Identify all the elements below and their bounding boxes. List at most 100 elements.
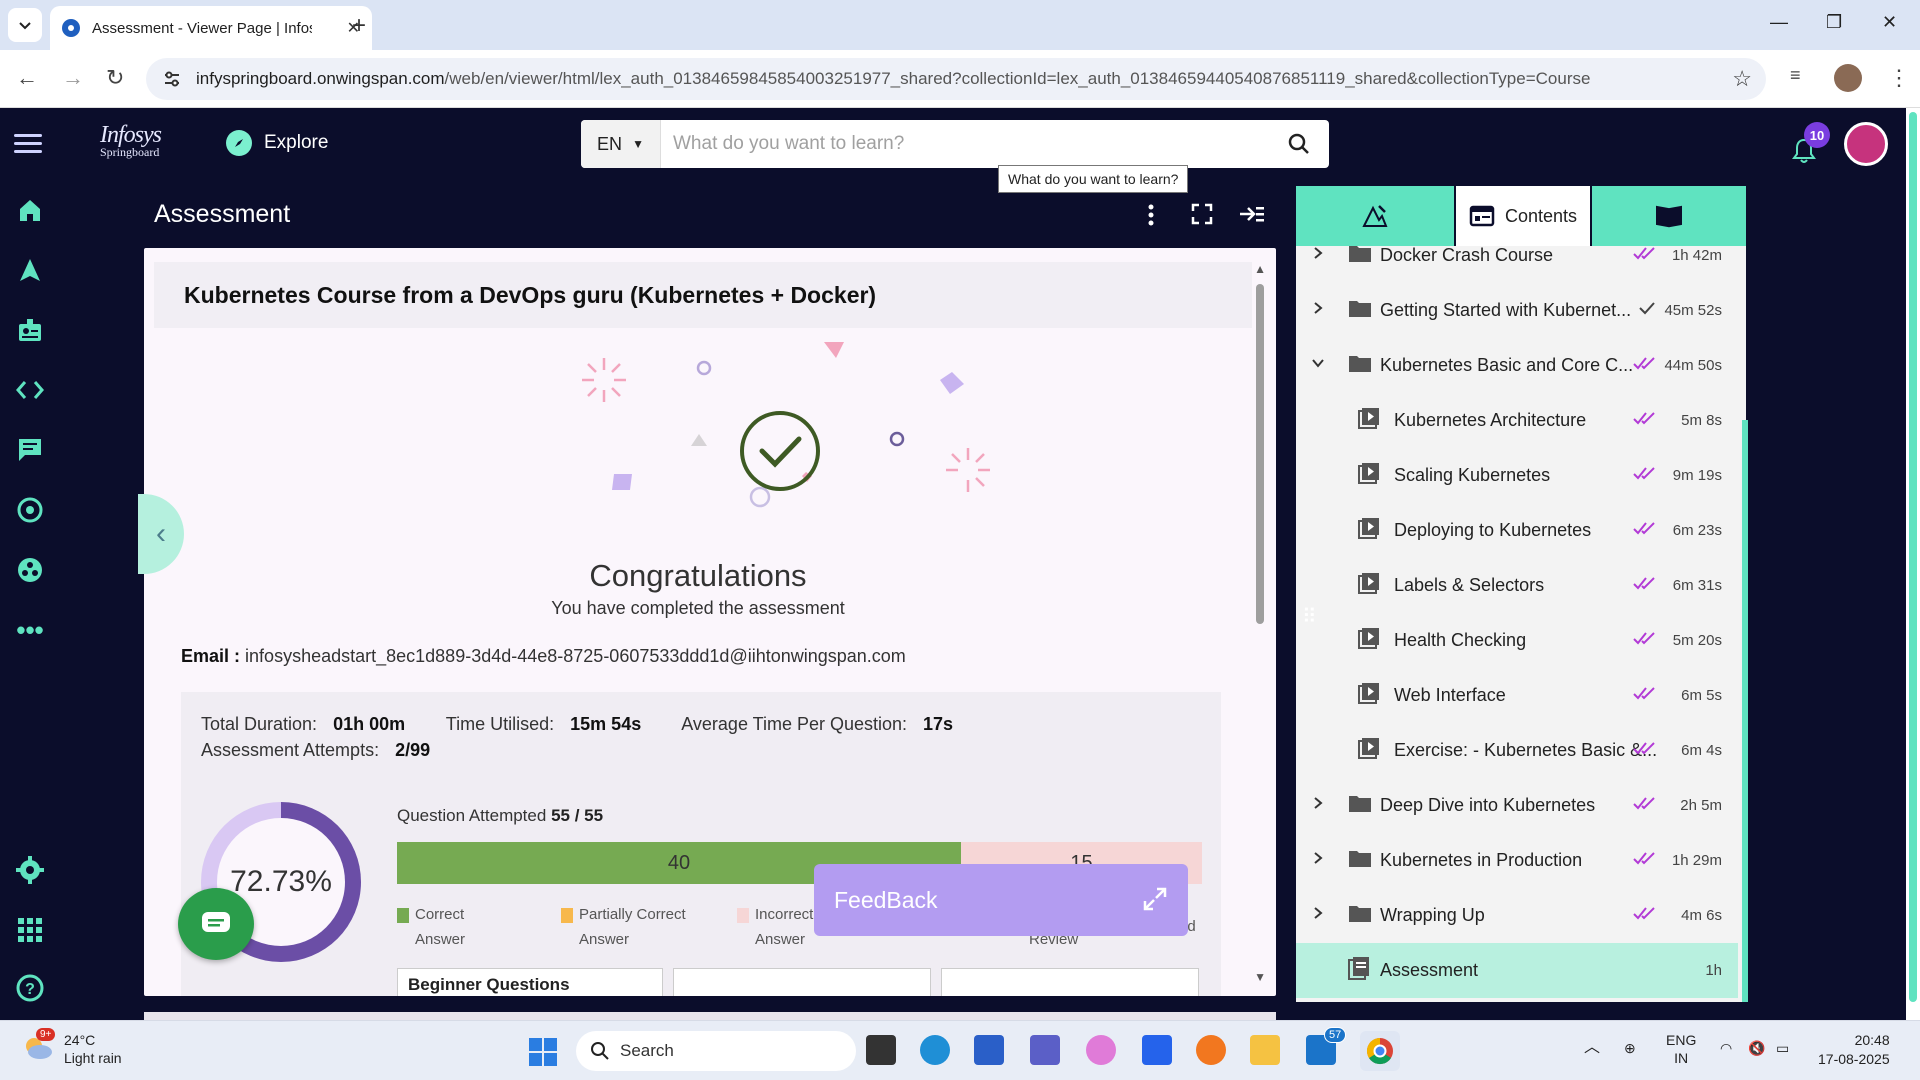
contents-item[interactable]: Deep Dive into Kubernetes 2h 5m [1296,778,1738,833]
browser-menu-icon[interactable]: ⋮ [1888,65,1910,91]
contents-item[interactable]: Wrapping Up 4m 6s [1296,888,1738,943]
media-control-icon[interactable]: ≡ [1790,65,1801,86]
attempts-stats: Assessment Attempts: 2/99 [201,740,431,760]
contents-item[interactable]: Scaling Kubernetes 9m 19s [1296,448,1738,503]
new-tab-button[interactable]: + [352,12,366,40]
chevron-right-icon[interactable] [1310,795,1326,816]
more-options-icon[interactable] [1140,202,1162,233]
battery-icon[interactable]: ▭ [1776,1039,1789,1057]
collapse-panel-icon[interactable] [1238,202,1266,231]
outlook-icon[interactable]: 57 [1306,1027,1347,1065]
search-icon[interactable] [1269,132,1329,156]
taskbar-search[interactable]: Search [576,1031,856,1071]
contents-item[interactable]: Getting Started with Kubernet... 45m 52s [1296,283,1738,338]
contents-item-duration: 1h 42m [1671,247,1722,264]
more-icon[interactable]: ••• [14,614,46,646]
contents-item-duration: 6m 31s [1672,577,1722,594]
wifi-icon[interactable]: ◠ [1720,1039,1732,1057]
feedback-button[interactable]: FeedBack [814,864,1188,936]
chevron-right-icon[interactable] [1310,300,1326,321]
home-icon[interactable] [14,194,46,226]
chevron-right-icon[interactable] [1310,905,1326,926]
page-scrollbar[interactable] [1906,108,1920,1020]
site-info-icon[interactable] [162,69,182,89]
firefox-icon[interactable] [1196,1035,1226,1065]
contents-item[interactable]: Kubernetes Basic and Core C... 44m 50s [1296,338,1738,393]
security-tray-icon[interactable]: ⊕ [1624,1039,1636,1057]
copilot-icon[interactable] [1086,1035,1116,1065]
contents-item[interactable]: Web Interface 6m 5s [1296,668,1738,723]
tab-glossary[interactable] [1592,186,1746,246]
forward-icon[interactable]: → [62,65,84,91]
system-clock[interactable]: 20:48 17-08-2025 [1818,1031,1890,1069]
contents-item-duration: 5m 20s [1672,632,1722,649]
task-view-icon[interactable] [866,1035,896,1065]
left-rail: ••• ? [0,180,60,1020]
user-avatar[interactable] [1844,122,1888,166]
profile-avatar[interactable] [1834,64,1862,92]
apps-grid-icon[interactable] [14,914,46,946]
tab-contents[interactable]: Contents [1456,186,1590,246]
settings-gear-icon[interactable] [14,854,46,886]
teams-icon[interactable] [1030,1035,1060,1065]
tab-advanced-questions[interactable] [941,968,1199,996]
url-omnibox[interactable]: infyspringboard.onwingspan.com/web/en/vi… [146,58,1766,100]
contents-item[interactable]: Exercise: - Kubernetes Basic &... 6m 4s [1296,723,1738,778]
help-icon[interactable]: ? [14,972,46,1004]
explore-link[interactable]: Explore [226,130,328,156]
drag-handle-icon[interactable]: ⠿ [1302,604,1317,629]
reload-icon[interactable]: ↻ [106,65,124,91]
scroll-up-arrow-icon[interactable]: ▲ [1254,262,1266,276]
chevron-right-icon[interactable] [1310,850,1326,871]
contents-item[interactable]: Kubernetes in Production 1h 29m [1296,833,1738,888]
chevron-right-icon[interactable] [1310,246,1326,266]
contents-scrollbar[interactable] [1742,420,1748,1002]
infosys-springboard-logo[interactable]: Infosys Springboard [100,122,162,160]
badge-icon[interactable] [14,314,46,346]
tab-search-button[interactable] [8,8,42,42]
minimize-icon[interactable]: — [1770,12,1788,33]
dropbox-icon[interactable] [1142,1035,1172,1065]
store-icon[interactable] [974,1035,1004,1065]
chat-bot-button[interactable] [178,888,254,960]
navigate-arrow-icon[interactable] [14,254,46,286]
document-icon [1348,956,1370,985]
tab-intermediate-questions[interactable] [673,968,931,996]
chevron-down-icon[interactable] [1310,355,1326,376]
restore-icon[interactable]: ❐ [1826,12,1842,33]
hamburger-menu-icon[interactable] [14,134,42,158]
search-input[interactable] [661,121,1269,167]
bookmark-star-icon[interactable]: ☆ [1732,66,1752,92]
tab-notes[interactable] [1296,186,1454,246]
weather-widget[interactable]: 9+ 24°C Light rain [20,1028,122,1067]
code-icon[interactable] [14,374,46,406]
scroll-down-arrow-icon[interactable]: ▼ [1254,970,1266,984]
target-icon[interactable] [14,494,46,526]
close-window-icon[interactable]: ✕ [1882,12,1897,33]
contents-item[interactable]: Docker Crash Course 1h 42m [1296,246,1738,283]
volume-muted-icon[interactable]: 🔇 [1748,1039,1765,1057]
contents-item[interactable]: Assessment 1h [1296,943,1738,998]
tab-beginner-questions[interactable]: Beginner Questions [397,968,663,996]
community-icon[interactable] [14,554,46,586]
expand-icon[interactable] [1142,886,1168,912]
windows-start-icon[interactable] [528,1037,558,1067]
back-icon[interactable]: ← [16,65,38,91]
chrome-icon[interactable] [1360,1031,1400,1071]
contents-item[interactable]: Health Checking 5m 20s [1296,613,1738,668]
contents-item[interactable]: Labels & Selectors 6m 31s [1296,558,1738,613]
contents-item[interactable]: Kubernetes Architecture 5m 8s [1296,393,1738,448]
panel-scrollbar[interactable] [1256,284,1264,624]
contents-item[interactable]: Deploying to Kubernetes 6m 23s [1296,503,1738,558]
discussion-icon[interactable] [14,434,46,466]
video-icon [1358,737,1380,764]
edge-browser-icon[interactable] [920,1035,950,1065]
fullscreen-icon[interactable] [1190,202,1214,231]
contents-item-duration: 4m 6s [1681,907,1722,924]
browser-tab-active[interactable]: Assessment - Viewer Page | Infosys Sprin… [50,6,372,50]
file-explorer-icon[interactable] [1250,1035,1280,1065]
tray-overflow-icon[interactable]: ︿ [1584,1039,1600,1057]
language-indicator[interactable]: ENG IN [1666,1031,1696,1067]
assessment-stats: Total Duration: 01h 00m Time Utilised: 15m… [181,692,1221,996]
language-select[interactable]: EN ▼ [581,120,661,168]
